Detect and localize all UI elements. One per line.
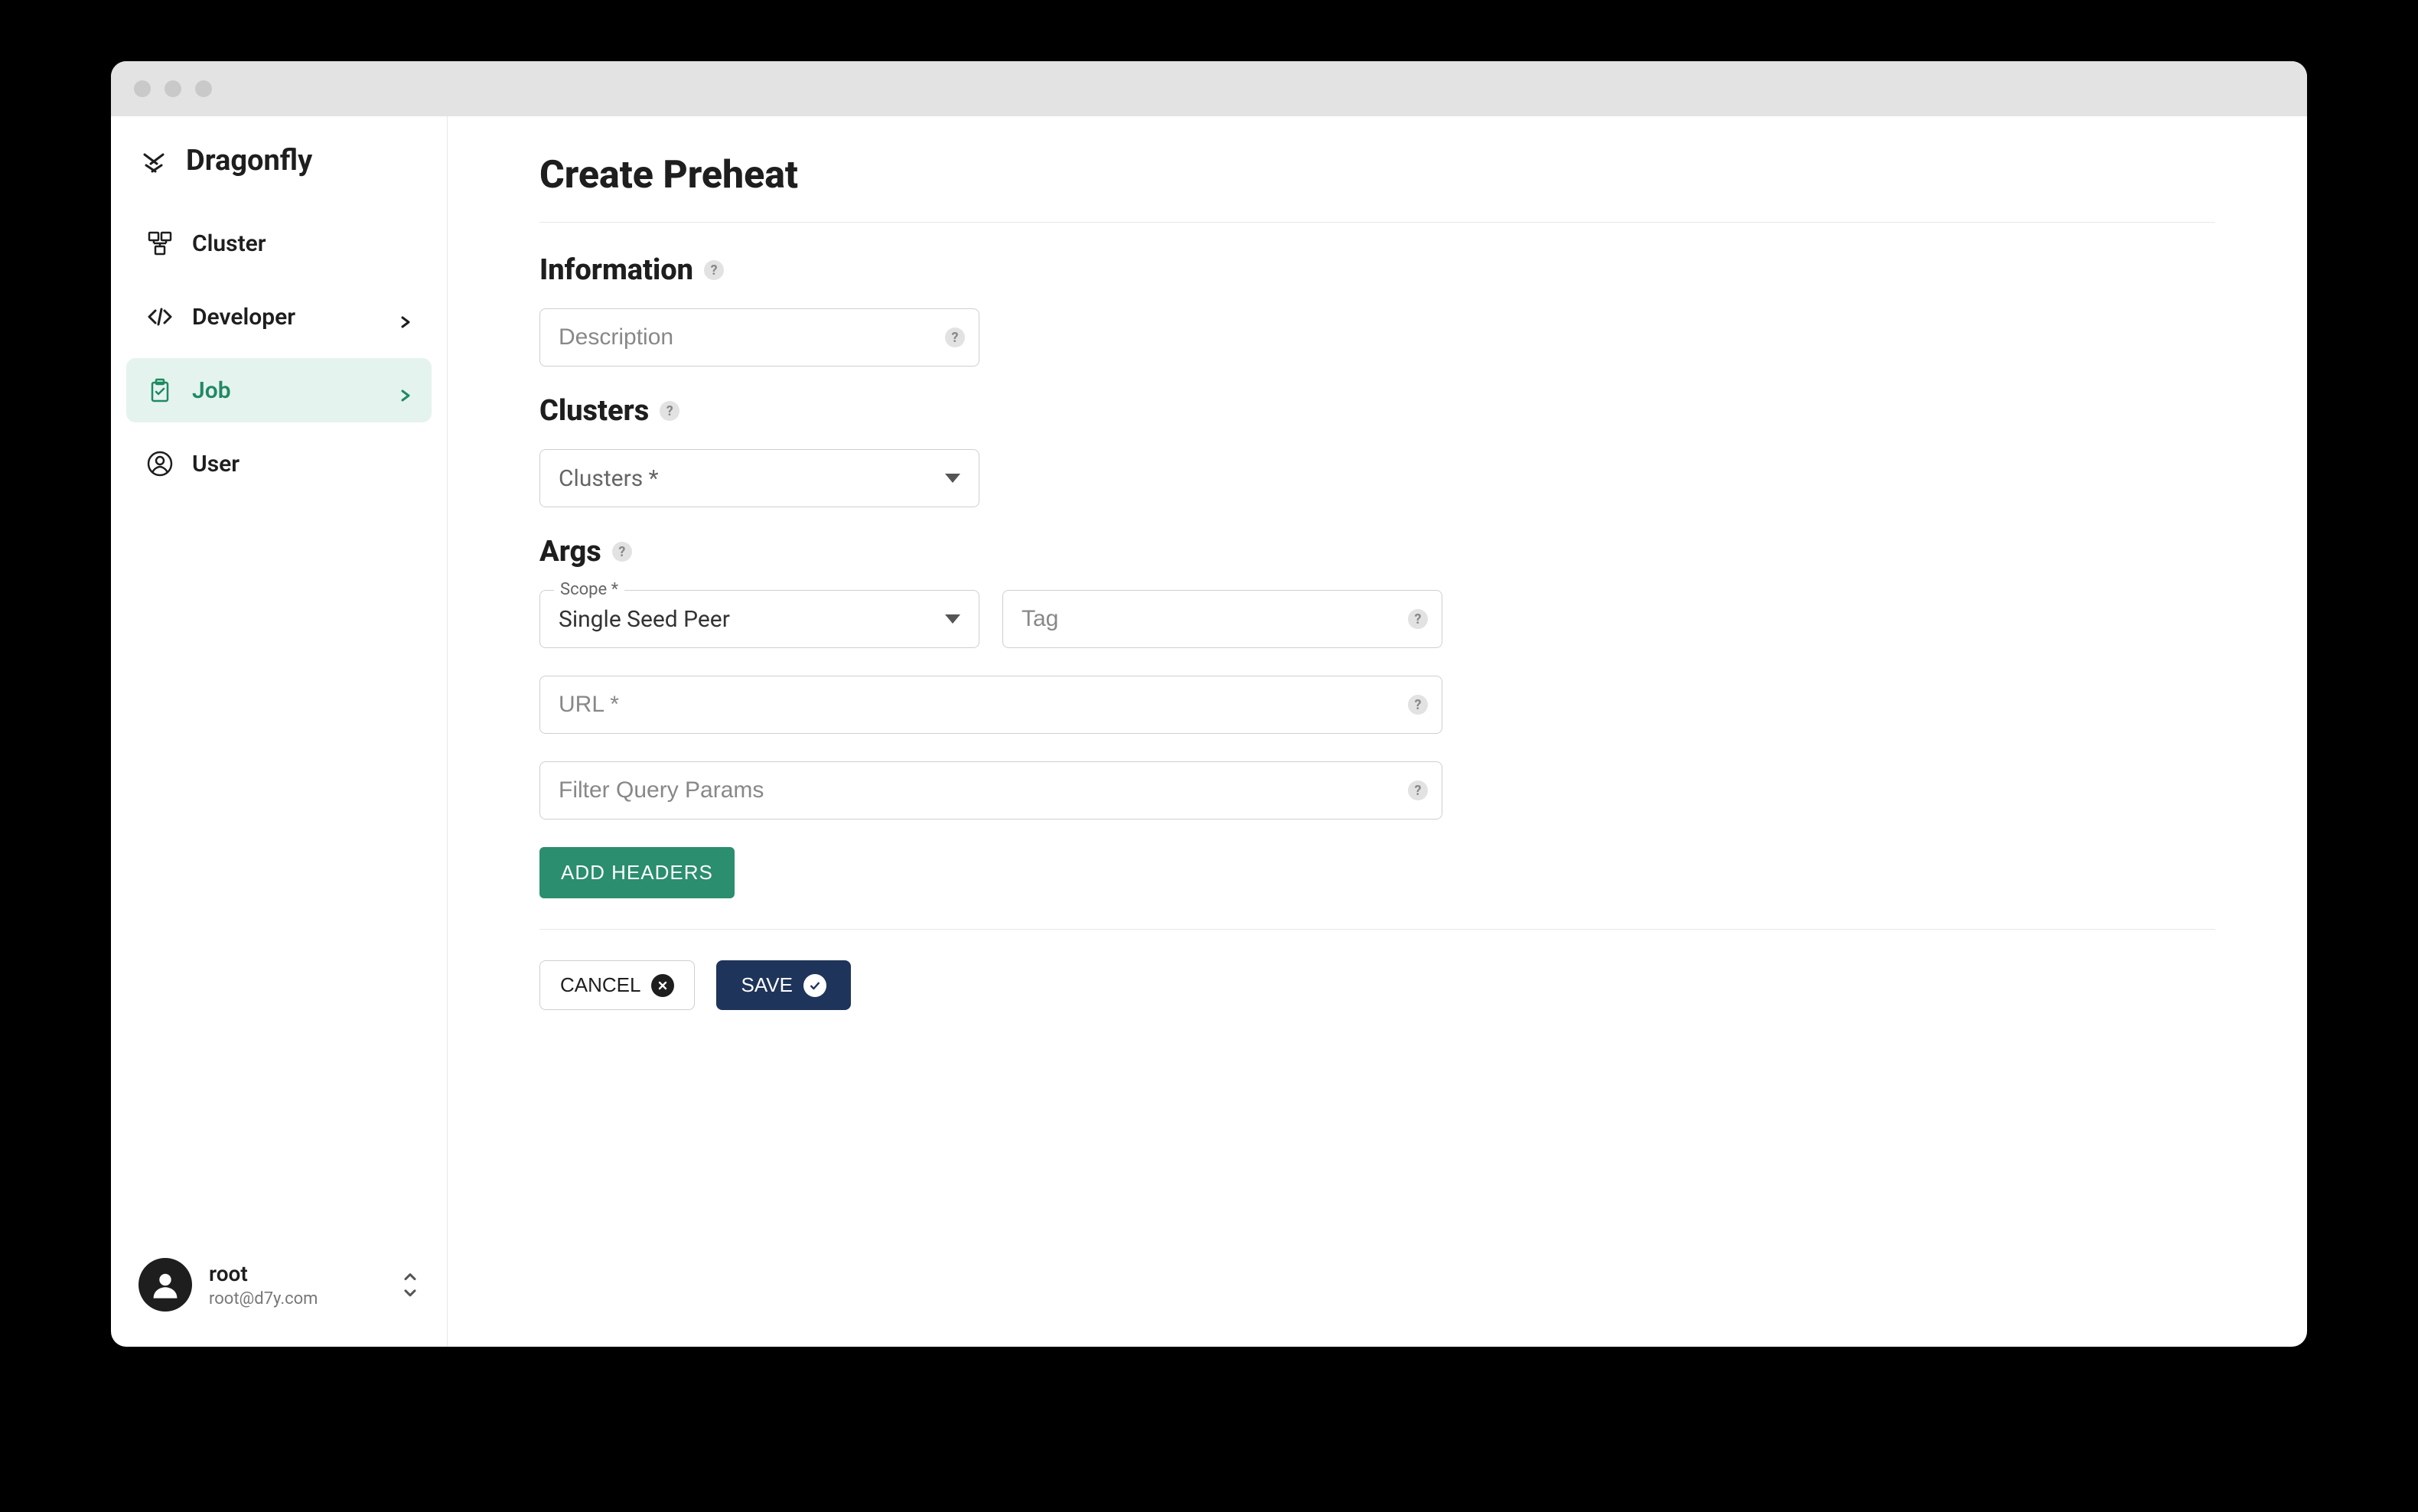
sidebar-item-job[interactable]: Job bbox=[126, 358, 432, 422]
section-title: Information bbox=[539, 253, 693, 287]
section-title: Args bbox=[539, 535, 601, 569]
description-field[interactable]: ? bbox=[539, 308, 979, 367]
window-controls bbox=[134, 80, 212, 97]
chevron-down-icon bbox=[945, 614, 960, 624]
job-icon bbox=[145, 375, 175, 406]
cancel-label: CANCEL bbox=[560, 973, 640, 997]
section-head-clusters: Clusters ? bbox=[539, 394, 2215, 428]
app-window: Dragonfly Clu bbox=[111, 61, 2307, 1347]
cancel-button[interactable]: CANCEL bbox=[539, 960, 695, 1010]
save-button[interactable]: SAVE bbox=[716, 960, 850, 1010]
filter-field[interactable]: ? bbox=[539, 761, 1442, 820]
close-dot[interactable] bbox=[134, 80, 151, 97]
sidebar-item-user[interactable]: User bbox=[126, 432, 432, 496]
save-label: SAVE bbox=[741, 973, 792, 997]
url-input[interactable] bbox=[559, 692, 1423, 718]
help-icon[interactable]: ? bbox=[704, 260, 724, 280]
help-icon[interactable]: ? bbox=[1408, 609, 1428, 629]
user-icon bbox=[145, 448, 175, 479]
chevron-right-icon bbox=[398, 309, 413, 324]
window-titlebar bbox=[111, 61, 2307, 116]
sidebar-item-label: Developer bbox=[192, 304, 398, 331]
brand[interactable]: Dragonfly bbox=[111, 144, 447, 211]
scope-select[interactable]: Scope * Single Seed Peer bbox=[539, 590, 979, 648]
scope-label: Scope * bbox=[554, 580, 624, 599]
filter-input[interactable] bbox=[559, 777, 1423, 803]
sidebar-item-developer[interactable]: Developer bbox=[126, 285, 432, 349]
main-content: Create Preheat Information ? ? Clusters … bbox=[448, 116, 2307, 1347]
help-icon[interactable]: ? bbox=[1408, 780, 1428, 800]
chevron-right-icon bbox=[398, 383, 413, 398]
nav: Cluster Developer bbox=[111, 211, 447, 496]
app-body: Dragonfly Clu bbox=[111, 116, 2307, 1347]
sidebar: Dragonfly Clu bbox=[111, 116, 448, 1347]
dragonfly-logo-icon bbox=[138, 145, 169, 176]
help-icon[interactable]: ? bbox=[660, 401, 679, 421]
description-input[interactable] bbox=[559, 324, 960, 350]
help-icon[interactable]: ? bbox=[945, 327, 965, 347]
add-headers-button[interactable]: ADD HEADERS bbox=[539, 847, 735, 898]
tag-input[interactable] bbox=[1022, 606, 1423, 632]
help-icon[interactable]: ? bbox=[612, 542, 632, 562]
user-name: root bbox=[209, 1261, 384, 1286]
divider bbox=[539, 222, 2215, 223]
section-title: Clusters bbox=[539, 394, 649, 428]
sidebar-item-label: User bbox=[192, 451, 413, 477]
url-field[interactable]: ? bbox=[539, 676, 1442, 734]
chevron-down-icon bbox=[945, 474, 960, 483]
scope-value: Single Seed Peer bbox=[559, 606, 945, 633]
clusters-placeholder: Clusters * bbox=[559, 465, 945, 492]
maximize-dot[interactable] bbox=[195, 80, 212, 97]
tag-field[interactable]: ? bbox=[1002, 590, 1442, 648]
avatar bbox=[138, 1258, 192, 1312]
clusters-select[interactable]: Clusters * bbox=[539, 449, 979, 507]
help-icon[interactable]: ? bbox=[1408, 695, 1428, 715]
cluster-icon bbox=[145, 228, 175, 259]
user-block[interactable]: root root@d7y.com bbox=[111, 1244, 447, 1325]
expand-icon bbox=[401, 1269, 419, 1300]
check-circle-icon bbox=[803, 974, 826, 997]
user-email: root@d7y.com bbox=[209, 1289, 384, 1308]
page-title: Create Preheat bbox=[539, 153, 2215, 197]
section-head-args: Args ? bbox=[539, 535, 2215, 569]
close-circle-icon bbox=[651, 974, 674, 997]
footer-actions: CANCEL SAVE bbox=[539, 929, 2215, 1010]
sidebar-item-label: Job bbox=[192, 377, 398, 404]
user-text: root root@d7y.com bbox=[209, 1261, 384, 1308]
sidebar-item-label: Cluster bbox=[192, 230, 413, 257]
sidebar-item-cluster[interactable]: Cluster bbox=[126, 211, 432, 275]
brand-name: Dragonfly bbox=[186, 144, 312, 178]
section-head-information: Information ? bbox=[539, 253, 2215, 287]
minimize-dot[interactable] bbox=[165, 80, 181, 97]
code-icon bbox=[145, 301, 175, 332]
